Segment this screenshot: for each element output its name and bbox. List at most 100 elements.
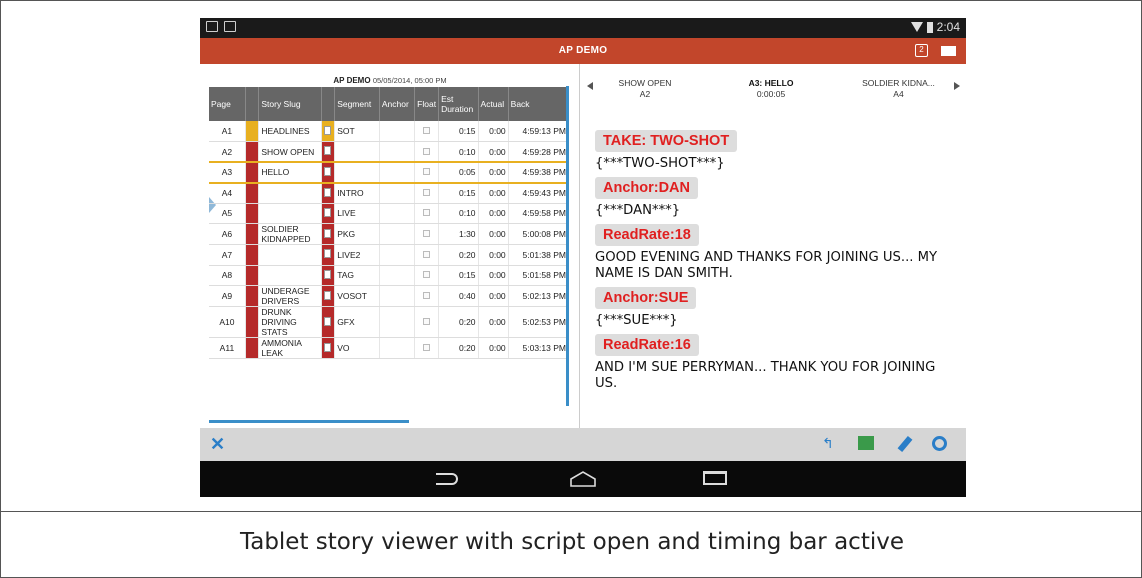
- row-anchor: [379, 244, 416, 266]
- row-anchor: [379, 121, 416, 142]
- row-page: A11: [209, 337, 246, 359]
- rundown-row[interactable]: A3 HELLO 0:05 0:00 4:59:38 PM: [209, 161, 570, 184]
- tablet-screen: 2:04 AP DEMO 2 AP DEMO 05/05/2014, 05:00…: [200, 18, 966, 497]
- rundown-row[interactable]: A11 AMMONIA LEAK VO 0:20 0:00 5:03:13 PM: [209, 337, 570, 359]
- col-story-slug[interactable]: Story Slug: [258, 87, 322, 121]
- row-est-duration: 0:20: [438, 244, 479, 266]
- row-page: A2: [209, 141, 246, 163]
- rundown-row[interactable]: A2 SHOW OPEN 0:10 0:00 4:59:28 PM: [209, 141, 570, 163]
- row-color-strip: [245, 161, 260, 184]
- rundown-row[interactable]: A1 HEADLINES SOT 0:15 0:00 4:59:13 PM: [209, 121, 570, 142]
- rundown-header: AP DEMO 05/05/2014, 05:00 PM: [200, 76, 580, 85]
- rundown-row[interactable]: A10 DRUNK DRIVING STATS GFX 0:20 0:00 5:02:53…: [209, 306, 570, 338]
- script-body[interactable]: TAKE: TWO-SHOT {***TWO-SHOT***} Anchor:D…: [595, 127, 960, 394]
- row-est-duration: 0:10: [438, 203, 479, 224]
- row-anchor: [379, 306, 416, 338]
- float-checkbox[interactable]: [423, 250, 431, 258]
- row-float-checkbox[interactable]: [414, 265, 440, 286]
- row-est-duration: 0:40: [438, 285, 479, 307]
- row-est-duration: 0:20: [438, 337, 479, 359]
- script-doc-icon: [324, 166, 332, 176]
- row-color-strip: [245, 141, 260, 163]
- rundown-row[interactable]: A6 SOLDIER KIDNAPPED PKG 1:30 0:00 5:00:08 PM: [209, 223, 570, 245]
- next-story-arrow-icon[interactable]: [954, 82, 960, 90]
- float-checkbox[interactable]: [423, 230, 431, 237]
- float-checkbox[interactable]: [423, 318, 431, 325]
- image-notification-icon: [206, 21, 218, 32]
- row-segment: SOT: [334, 121, 380, 142]
- row-float-checkbox[interactable]: [414, 141, 440, 163]
- figure-caption: Tablet story viewer with script open and…: [239, 529, 904, 555]
- col-segment[interactable]: Segment: [334, 87, 380, 121]
- row-color-strip: [245, 223, 260, 245]
- android-nav-bar: [200, 461, 966, 497]
- sync-icon[interactable]: [932, 436, 947, 451]
- row-float-checkbox[interactable]: [414, 121, 440, 142]
- script-doc-icon: [321, 121, 336, 142]
- col-page[interactable]: Page: [209, 87, 246, 121]
- col-anchor[interactable]: Anchor: [379, 87, 416, 121]
- rundown-row[interactable]: A5 LIVE 0:10 0:00 4:59:58 PM: [209, 203, 570, 224]
- mail-icon[interactable]: [941, 46, 956, 56]
- edit-pencil-icon[interactable]: [897, 435, 913, 453]
- script-doc-icon: [321, 265, 336, 286]
- row-float-checkbox[interactable]: [414, 161, 440, 184]
- row-float-checkbox[interactable]: [414, 203, 440, 224]
- pages-icon[interactable]: 2: [915, 44, 928, 57]
- float-checkbox[interactable]: [423, 147, 431, 155]
- row-anchor: [379, 182, 416, 204]
- script-doc-icon: [321, 223, 336, 245]
- row-segment: INTRO: [334, 182, 380, 204]
- float-checkbox[interactable]: [423, 168, 431, 176]
- return-icon[interactable]: ↰: [822, 435, 838, 451]
- col-est-duration[interactable]: Est Duration: [438, 87, 479, 121]
- row-float-checkbox[interactable]: [414, 182, 440, 204]
- nav-back-icon[interactable]: [436, 473, 458, 485]
- list-view-icon[interactable]: [858, 436, 874, 450]
- row-float-checkbox[interactable]: [414, 285, 440, 307]
- row-float-checkbox[interactable]: [414, 223, 440, 245]
- rundown-horizontal-scrollbar[interactable]: [209, 420, 409, 423]
- close-button[interactable]: ✕: [210, 434, 225, 455]
- rundown-vertical-scrollbar[interactable]: [566, 86, 569, 406]
- rundown-show-datetime: 05/05/2014, 05:00 PM: [372, 76, 447, 85]
- row-color-strip: [245, 337, 260, 359]
- rundown-row[interactable]: A7 LIVE2 0:20 0:00 5:01:38 PM: [209, 244, 570, 266]
- prev-story-arrow-icon[interactable]: [587, 82, 593, 90]
- float-checkbox[interactable]: [423, 209, 431, 217]
- row-back: 5:01:38 PM: [508, 244, 570, 266]
- row-back: 4:59:38 PM: [508, 161, 570, 184]
- nav-recent-apps-icon[interactable]: [703, 471, 727, 485]
- rundown-row[interactable]: A9 UNDERAGE DRIVERS VOSOT 0:40 0:00 5:02:13 P…: [209, 285, 570, 307]
- row-float-checkbox[interactable]: [414, 244, 440, 266]
- col-float[interactable]: Float: [414, 87, 440, 121]
- script-doc-icon: [324, 342, 332, 352]
- prev-story-slug: SHOW OPEN: [618, 78, 672, 88]
- rundown-show-name: AP DEMO: [333, 76, 371, 85]
- nav-home-icon[interactable]: [570, 471, 596, 487]
- row-est-duration: 0:20: [438, 306, 479, 338]
- rundown-row[interactable]: A4 INTRO 0:15 0:00 4:59:43 PM: [209, 182, 570, 204]
- col-back[interactable]: Back: [508, 87, 570, 121]
- row-float-checkbox[interactable]: [414, 337, 440, 359]
- row-page: A1: [209, 121, 246, 142]
- row-float-checkbox[interactable]: [414, 306, 440, 338]
- row-story-slug: SOLDIER KIDNAPPED: [258, 223, 322, 245]
- row-back: 5:02:13 PM: [508, 285, 570, 307]
- col-actual[interactable]: Actual: [478, 87, 509, 121]
- float-checkbox[interactable]: [423, 127, 431, 134]
- row-page: A8: [209, 265, 246, 286]
- row-segment: [334, 141, 380, 163]
- row-actual: 0:00: [478, 306, 509, 338]
- rundown-header-row: Page Story Slug Segment Anchor Float Est…: [209, 87, 570, 121]
- rundown-row[interactable]: A8 TAG 0:15 0:00 5:01:58 PM: [209, 265, 570, 286]
- prev-story[interactable]: SHOW OPEN A2: [595, 78, 695, 100]
- row-est-duration: 0:05: [438, 161, 479, 184]
- float-checkbox[interactable]: [423, 292, 431, 299]
- float-checkbox[interactable]: [423, 271, 431, 279]
- next-story[interactable]: SOLDIER KIDNA... A4: [846, 78, 951, 100]
- float-checkbox[interactable]: [423, 189, 431, 196]
- row-actual: 0:00: [478, 285, 509, 307]
- float-checkbox[interactable]: [423, 344, 431, 351]
- row-segment: VOSOT: [334, 285, 380, 307]
